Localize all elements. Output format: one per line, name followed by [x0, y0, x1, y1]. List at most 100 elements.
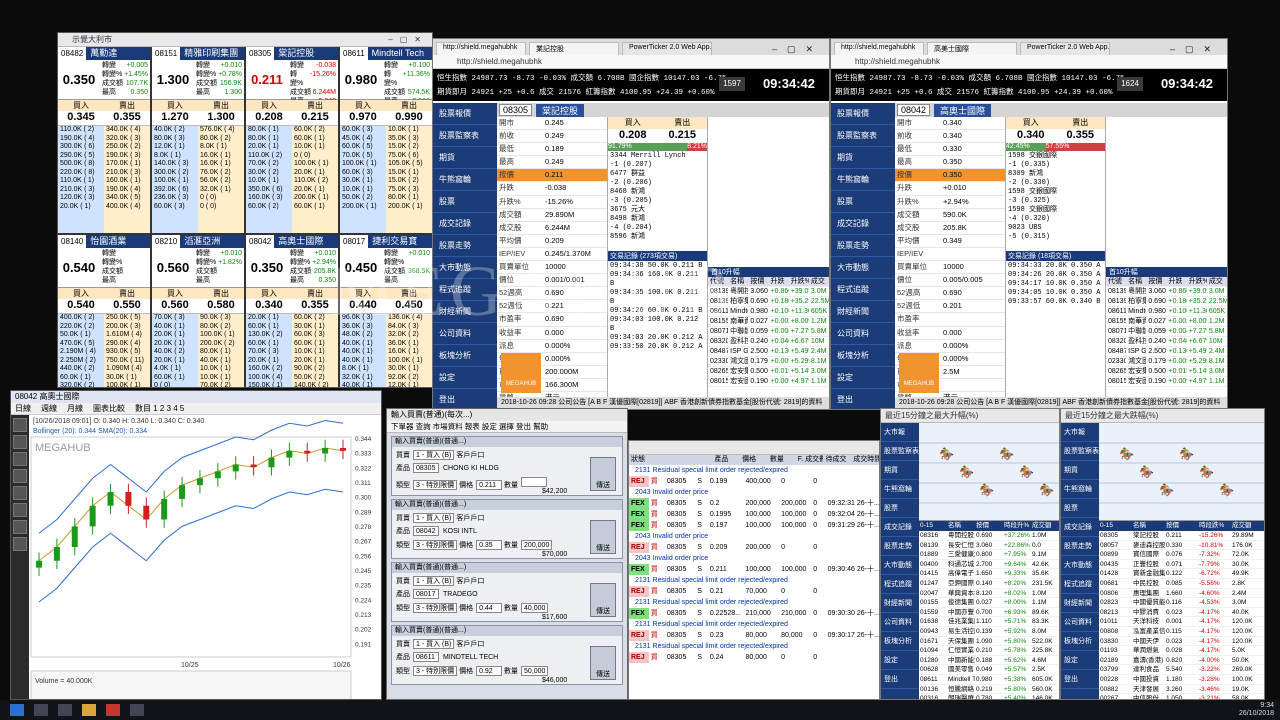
rank-row[interactable]: 08139粵開控股3.060+0.860+39.09%3.0M	[708, 287, 829, 297]
sidebar-item[interactable]: 板塊分析	[433, 345, 497, 367]
side-select[interactable]: 1 - 買入 (B)	[413, 513, 455, 523]
sidebar-item[interactable]: 大市動態	[831, 257, 895, 279]
sidebar-item[interactable]: 股票	[881, 499, 919, 518]
quote-cell[interactable]: 08140 怡園酒業 0.540 轉變 轉變% 成交額 最高 買入 賣出 0.540 0.550 40…	[58, 235, 150, 387]
sidebar-item[interactable]: 大市動態	[433, 257, 497, 279]
zoom-icon[interactable]	[13, 435, 27, 449]
qty-input[interactable]: 50,000	[521, 666, 549, 676]
rank-list-row[interactable]: 02823 中國優質能源0.116 -4.53% 3.0M	[1099, 598, 1264, 608]
rank-row[interactable]: 08139柏寧集團0.690+0.180+35.29%22.5M	[708, 297, 829, 307]
rank-list-row[interactable]: 08611 Mindtell Tech0.980 +5.38% 605.0K	[919, 675, 1059, 685]
browser-tab-active[interactable]: 高美士國際	[927, 42, 1017, 55]
sidebar-item[interactable]: 財經新聞	[881, 594, 919, 613]
rank-list-row[interactable]: 01011 天洋科技 0.001 -4.17% 120.0K	[1099, 617, 1264, 627]
stock-code-input[interactable]: 08305	[499, 104, 533, 116]
sidebar-item[interactable]: 牛熊窩輪	[831, 169, 895, 191]
chart-toolbar-item[interactable]: 日線	[15, 404, 31, 413]
rank-row[interactable]: 08139粵開控股3.060+0.860+39.09%3.0M	[1106, 287, 1227, 297]
rank-list-row[interactable]: 01415 高偉電子 1.650 +9.33% 35.6K	[919, 569, 1059, 579]
rank-list-row[interactable]: 01280 中國新能源0.188 +5.62% 4.6M	[919, 656, 1059, 666]
sidebar-item[interactable]: 成交記錄	[1061, 518, 1099, 537]
sidebar-item[interactable]: 大市報	[1061, 423, 1099, 442]
sidebar-item[interactable]: 大市動態	[881, 556, 919, 575]
rank-list-row[interactable]: 00899 寶信國際 0.076 -7.32% 72.0K	[1099, 550, 1264, 560]
sidebar-item[interactable]: 期貨	[1061, 461, 1099, 480]
fib-icon[interactable]	[13, 486, 27, 500]
sidebar-item[interactable]: 公司資料	[831, 323, 895, 345]
search-icon[interactable]	[34, 704, 48, 716]
rank-list-row[interactable]: 01671 天保集團 1.090 +5.80% 522.0K	[919, 637, 1059, 647]
rank-row[interactable]: 08155南華資產0.027+0.002+8.00%1.2M	[1106, 317, 1227, 327]
price-input[interactable]: 0.44	[476, 603, 503, 613]
rank-list-row[interactable]: 03799 達利食品 5.540 -3.22% 269.0K	[1099, 665, 1264, 675]
sidebar-item[interactable]: 股票	[831, 191, 895, 213]
rank-row[interactable]: 08611Mindtell T0.980+0.100+11.36%605K	[1106, 307, 1227, 317]
explorer-icon[interactable]	[82, 704, 96, 716]
browser-tab-active[interactable]: 業記控股	[529, 42, 619, 55]
window-controls[interactable]: –▢✕	[388, 33, 428, 46]
sidebar-item[interactable]: 股票報價	[831, 103, 895, 125]
rank-row[interactable]: 08320盈科控股0.240+0.040+6.67%10M	[1106, 337, 1227, 347]
sidebar-item[interactable]: 設定	[433, 367, 497, 389]
order-row[interactable]: REJ 買 08305 S 0.23 80,000 80,000 0 09:30:17 26-十…	[629, 630, 879, 641]
send-order-button[interactable]: 傳送	[590, 583, 616, 617]
sidebar-item[interactable]: 板塊分析	[1061, 632, 1099, 651]
qty-input[interactable]: 200,000	[521, 540, 553, 550]
rank-list-row[interactable]: 00628 國美零售 0.049 +5.57% 2.5K	[919, 665, 1059, 675]
sidebar-item[interactable]: 財經新聞	[831, 301, 895, 323]
rank-list-row[interactable]: 00806 惠理集團 1.660 -4.60% 2.4M	[1099, 589, 1264, 599]
rank-list-row[interactable]: 00228 中國投資 1.180 -3.28% 100.0K	[1099, 675, 1264, 685]
sidebar-item[interactable]: 財經新聞	[1061, 594, 1099, 613]
order-row[interactable]: FEX 買 08305 S 0.22528... 210,000 210,000 0 09:30…	[629, 608, 879, 619]
quote-cell[interactable]: 08611 Mindtell Tech 0.980 轉變 +0.100 轉變% +11.36…	[340, 47, 432, 233]
rank-list-row[interactable]: 01193 華潤燃氣 0.028 -4.17% 5.0K	[1099, 646, 1264, 656]
sidebar-item[interactable]: 成交記錄	[433, 213, 497, 235]
sidebar-item[interactable]: 財經新聞	[433, 301, 497, 323]
rank-row[interactable]: 08071中聯能源0.059+0.004+7.27%5.8M	[1106, 327, 1227, 337]
rank-list-row[interactable]: 08213 中膠消費 0.023 -4.17% 40.0K	[1099, 608, 1264, 618]
rank-list-row[interactable]: 03830 中國天伊 0.023 -4.17% 120.0K	[1099, 637, 1264, 647]
sidebar-item[interactable]: 股票	[433, 191, 497, 213]
quote-cell[interactable]: 08042 高奧士國際 0.350 轉變 +0.010 轉變% +2.94% 成交額 205.8…	[246, 235, 338, 387]
rank-list-row[interactable]: 01428 寶新金融集團0.122 -6.72% 49.9K	[1099, 569, 1264, 579]
stock-code-input[interactable]: 08042	[897, 104, 931, 116]
sidebar-item[interactable]: 成交記錄	[831, 213, 895, 235]
chrome-icon[interactable]	[106, 704, 120, 716]
order-row[interactable]: FEX 買 08305 S 0.211 100,000 100,000 0 09:30:46 2…	[629, 564, 879, 575]
rank-row[interactable]: 08487ISP Global2.500+0.130+5.49%2.4M	[708, 347, 829, 357]
sidebar-item[interactable]: 程式追蹤	[831, 279, 895, 301]
sidebar-item[interactable]: 牛熊窩輪	[1061, 480, 1099, 499]
candlestick-chart[interactable]: [10/26/2018 09:01] O: 0.340 H: 0.340 L: …	[29, 415, 381, 700]
rank-row[interactable]: 08155南華資產0.027+0.002+8.00%1.2M	[708, 317, 829, 327]
rank-list-row[interactable]: 00943 易生活控股0.139 +5.92% 8.0M	[919, 627, 1059, 637]
order-row[interactable]: REJ 買 08305 S 0.209 200,000 0 0	[629, 542, 879, 553]
rank-row[interactable]: 02330鴻文國際0.179+0.009+5.29%8.1M	[1106, 357, 1227, 367]
sidebar-item[interactable]: 設定	[831, 367, 895, 389]
sidebar-item[interactable]: 牛熊窩輪	[881, 480, 919, 499]
app-icon[interactable]	[130, 704, 144, 716]
rank-list-row[interactable]: 08316 粵開控股 0.690 +37.26% 1.0M	[919, 531, 1059, 541]
ruler-icon[interactable]	[13, 503, 27, 517]
side-select[interactable]: 1 - 買入 (B)	[413, 576, 455, 586]
rank-list-row[interactable]: 00808 泓富產業信託0.115 -4.17% 120.0K	[1099, 627, 1264, 637]
qty-input[interactable]	[521, 477, 548, 487]
address-bar[interactable]: http://shield.megahubhk	[831, 55, 1227, 69]
eraser-icon[interactable]	[13, 520, 27, 534]
sidebar-item[interactable]: 期貨	[831, 147, 895, 169]
quote-cell[interactable]: 08482 萬勤達 0.350 轉變 +0.005 轉變% +1.45% 成交額 107.7K 最…	[58, 47, 150, 233]
chart-toolbar-item[interactable]: 月線	[67, 404, 83, 413]
rank-list-row[interactable]: 01094 仁恒實業 0.210 +5.78% 225.8K	[919, 646, 1059, 656]
sidebar-item[interactable]: 大市動態	[1061, 556, 1099, 575]
line-icon[interactable]	[13, 452, 27, 466]
order-menu-bar[interactable]: 下單器 查詢 市場資料 報表 設定 選擇 登出 幫助	[387, 421, 627, 433]
rank-row[interactable]: 08265宏安集團0.500+0.015+5.14%3.0M	[708, 367, 829, 377]
price-input[interactable]: 0.35	[476, 540, 503, 550]
rank-row[interactable]: 08015宏安國際控股0.190+0.009+4.97%1.1M	[1106, 377, 1227, 387]
rank-row[interactable]: 08265宏安集團0.500+0.015+5.14%3.0M	[1106, 367, 1227, 377]
sidebar-item[interactable]: 成交記錄	[881, 518, 919, 537]
sidebar-item[interactable]: 登出	[433, 389, 497, 409]
settings-icon[interactable]	[13, 537, 27, 551]
rank-list-row[interactable]: 08305 棠記控股 0.211 -15.26% 29.89M	[1099, 531, 1264, 541]
sidebar-item[interactable]: 股票走勢	[1061, 537, 1099, 556]
quote-cell[interactable]: 08017 捷利交易寶 0.450 轉變 +0.010 轉變% 成交額 368.5K 最高 買入賣…	[340, 235, 432, 387]
